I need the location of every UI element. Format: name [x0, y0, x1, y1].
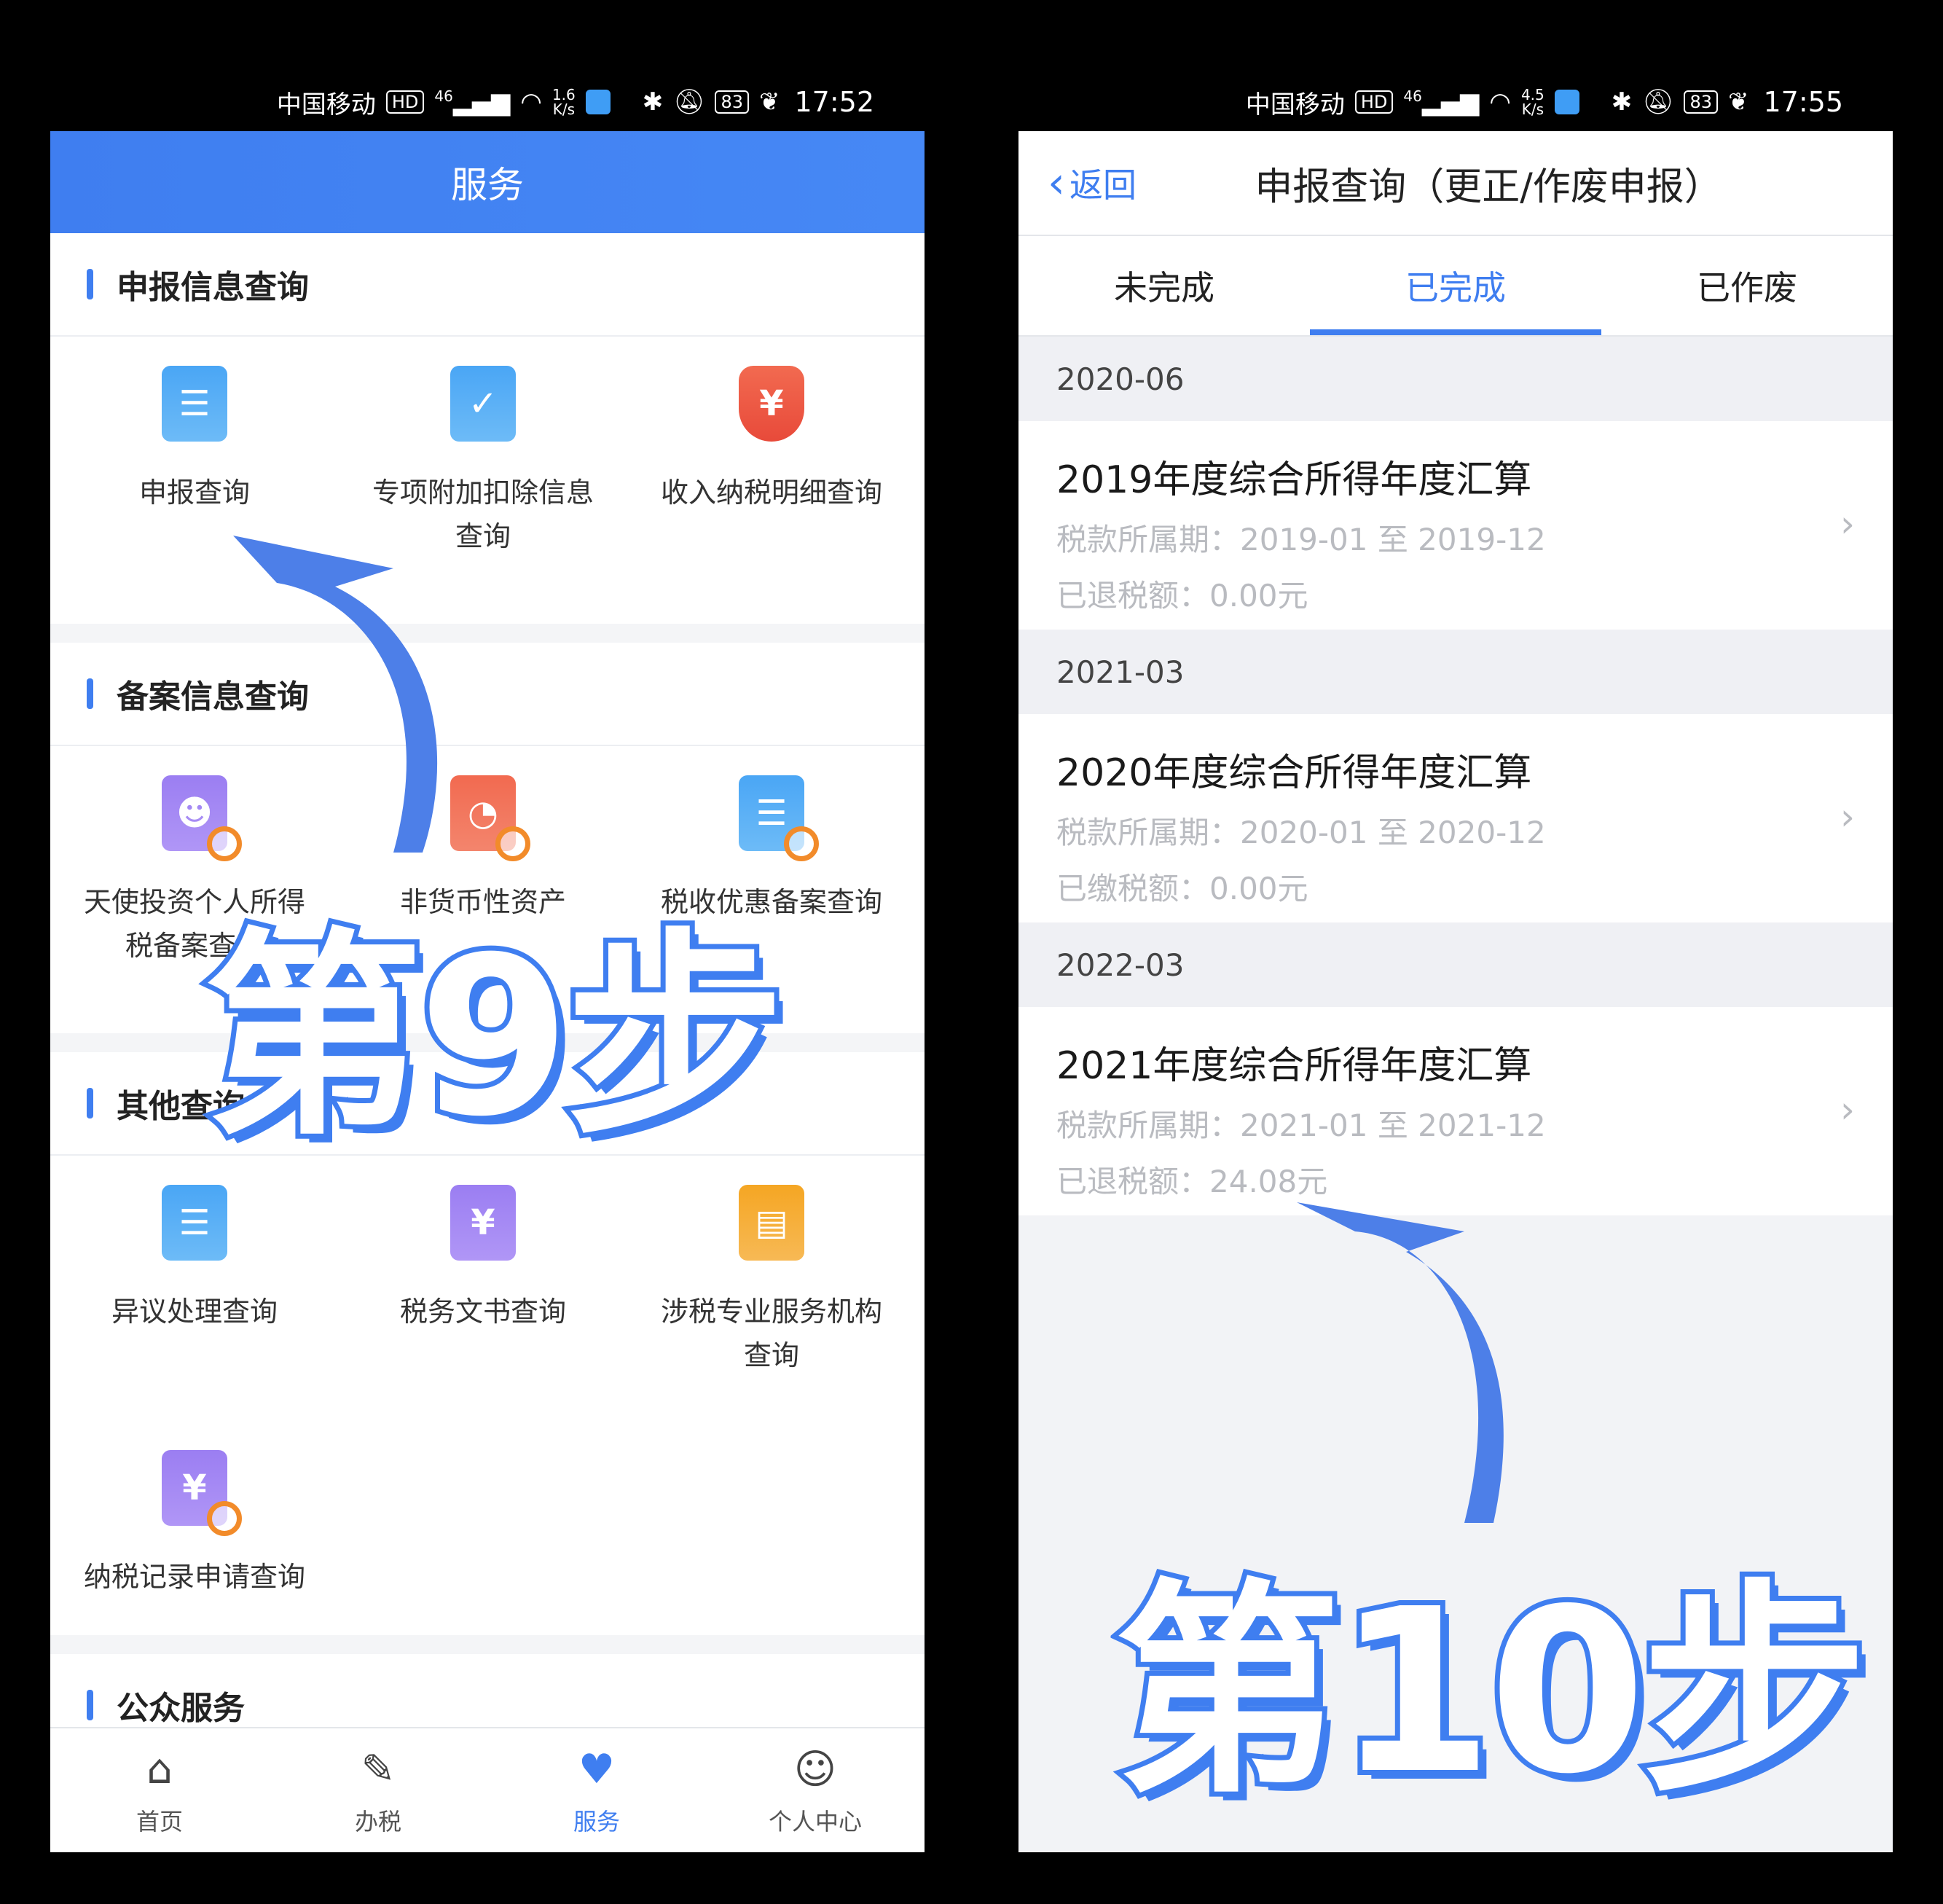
arrow-to-declaration-query: [233, 536, 438, 853]
step-9-label: 第9步: [199, 905, 790, 1170]
step-10-label: 第10步: [1110, 1556, 1872, 1829]
arrow-to-2021-record: [1297, 1202, 1504, 1523]
